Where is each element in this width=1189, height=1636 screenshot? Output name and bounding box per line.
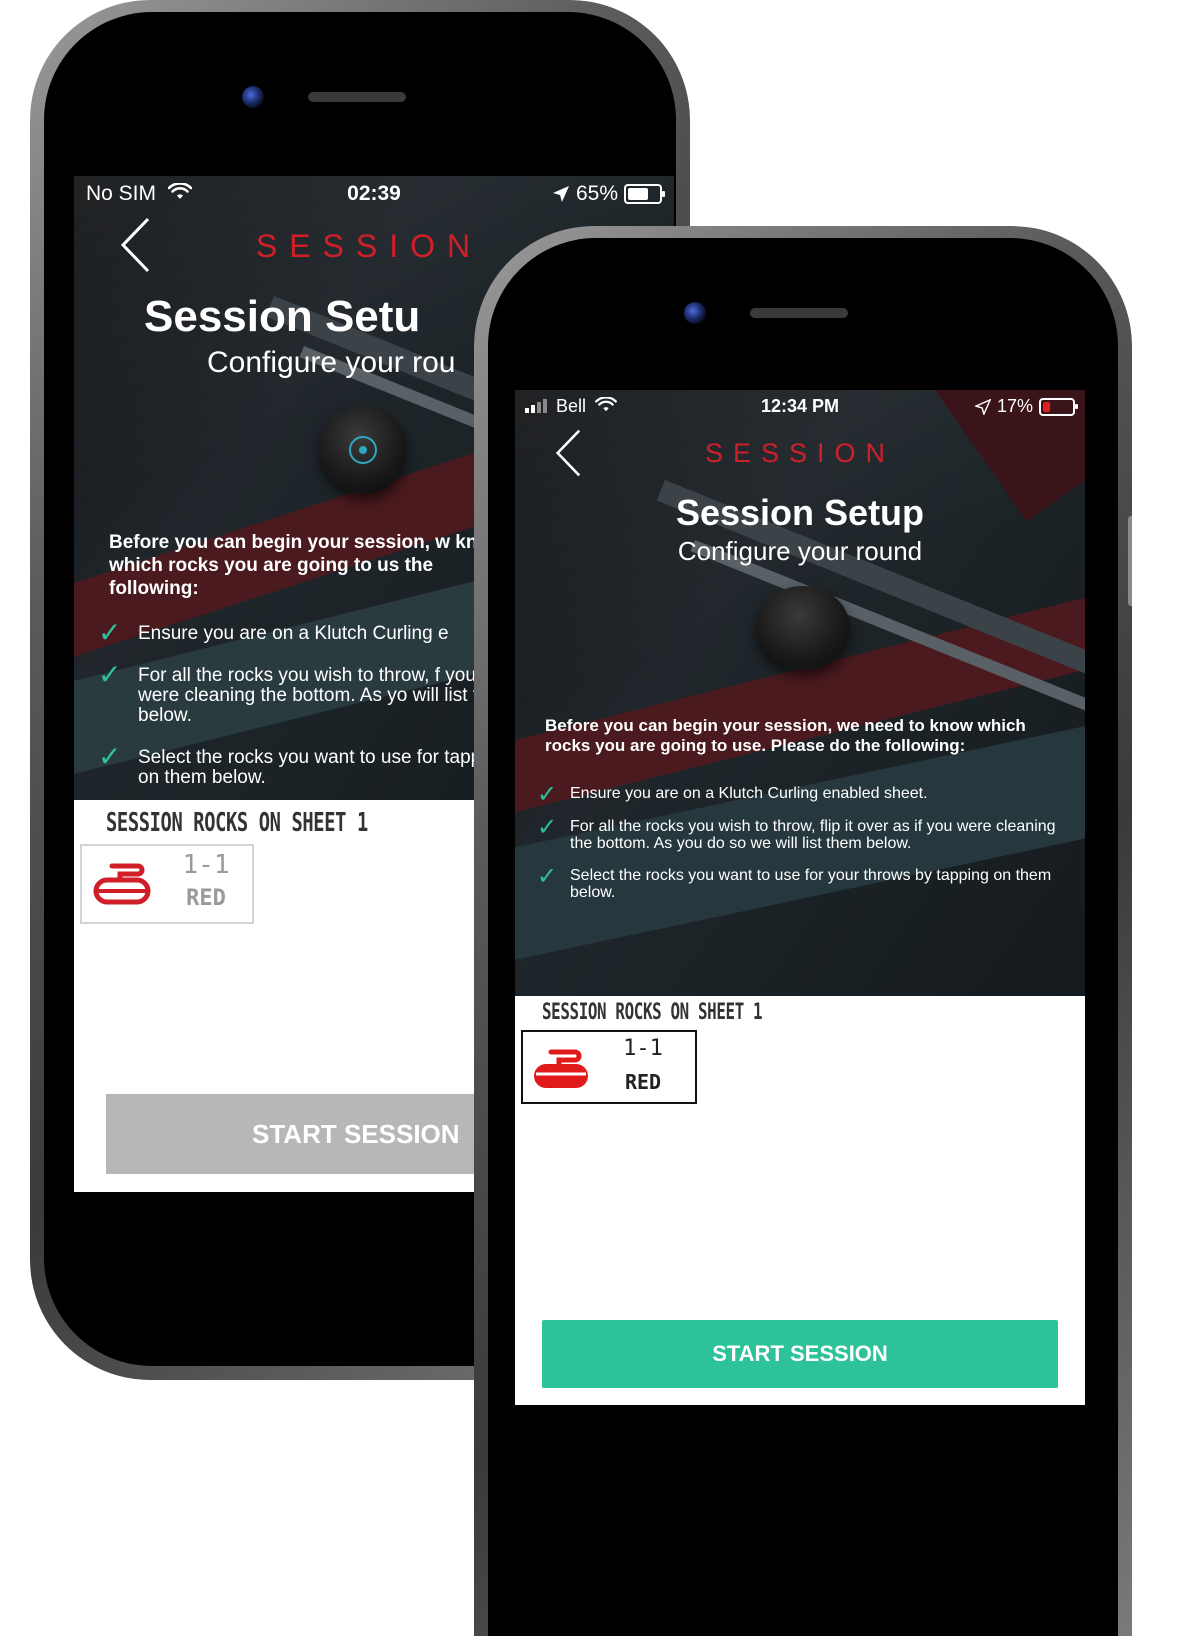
phone-back-camera [242, 86, 264, 108]
page-title: Session Setup [675, 492, 925, 533]
phone-front-screen: Bell 12:34 PM 17% SESSION Session Setup … [515, 390, 1085, 1405]
checkmark-icon: ✓ [537, 863, 558, 891]
battery-icon [624, 184, 665, 204]
list-item: ✓ For all the rocks you wish to throw, f… [98, 658, 516, 726]
page-title: Session Setu [144, 292, 421, 341]
nav-title: SESSION [704, 438, 896, 468]
list-item: ✓ Ensure you are on a Klutch Curling ena… [537, 781, 928, 808]
battery-percent: 65% [575, 182, 618, 205]
page-subtitle: Configure your rou [207, 346, 456, 379]
rock-card[interactable]: 1-1 RED [80, 844, 254, 924]
intro-text: Before you can begin your session, w kno… [109, 532, 504, 599]
steps-list: ✓ Ensure you are on a Klutch Curling e ✓… [98, 617, 518, 788]
location-arrow-icon [552, 186, 569, 202]
checkmark-icon: ✓ [537, 781, 558, 808]
location-arrow-icon [974, 398, 991, 415]
rocks-heading: SESSION ROCKS ON SHEET 1 [542, 1000, 763, 1025]
status-bar: No SIM 02:39 65% [74, 182, 674, 208]
battery-percent: 17% [996, 396, 1033, 416]
rock-color: RED [624, 1070, 662, 1094]
list-item: ✓ Ensure you are on a Klutch Curling e [98, 617, 449, 648]
rock-color: RED [186, 886, 226, 911]
phone-front-speaker [750, 308, 848, 318]
list-item: ✓ Select the rocks you want to use for y… [537, 863, 1052, 902]
status-right: 65% [552, 182, 665, 206]
curling-stone-icon [93, 863, 151, 905]
checkmark-icon: ✓ [98, 617, 122, 648]
klutch-sensor-image [319, 406, 407, 494]
phone-front-hero [515, 390, 1085, 996]
status-bar: Bell 12:34 PM 17% [515, 396, 1085, 418]
list-item: ✓ For all the rocks you wish to throw, f… [537, 813, 1056, 852]
intro-text: Before you can begin your session, we ne… [545, 716, 1026, 756]
checkmark-icon: ✓ [98, 740, 122, 772]
battery-icon [1039, 397, 1078, 416]
curling-stone-icon [534, 1049, 588, 1088]
phone-front-camera [684, 302, 706, 324]
rocks-heading: SESSION ROCKS ON SHEET 1 [106, 808, 368, 838]
rock-number: 1-1 [623, 1036, 663, 1061]
klutch-sensor-image [756, 586, 850, 670]
page-subtitle: Configure your round [677, 536, 923, 566]
status-right: 17% [974, 396, 1078, 417]
steps-list: ✓ Ensure you are on a Klutch Curling ena… [537, 781, 1077, 902]
rock-card[interactable]: 1-1 RED [521, 1030, 697, 1104]
phone-back-speaker [308, 92, 406, 102]
list-item: ✓ Select the rocks you want to use for t… [98, 740, 507, 788]
checkmark-icon: ✓ [537, 813, 558, 841]
start-session-button[interactable]: START SESSION [542, 1320, 1058, 1388]
checkmark-icon: ✓ [98, 658, 122, 690]
rock-number: 1-1 [182, 850, 230, 880]
phone-front: Bell 12:34 PM 17% SESSION Session Setup … [474, 226, 1132, 1636]
